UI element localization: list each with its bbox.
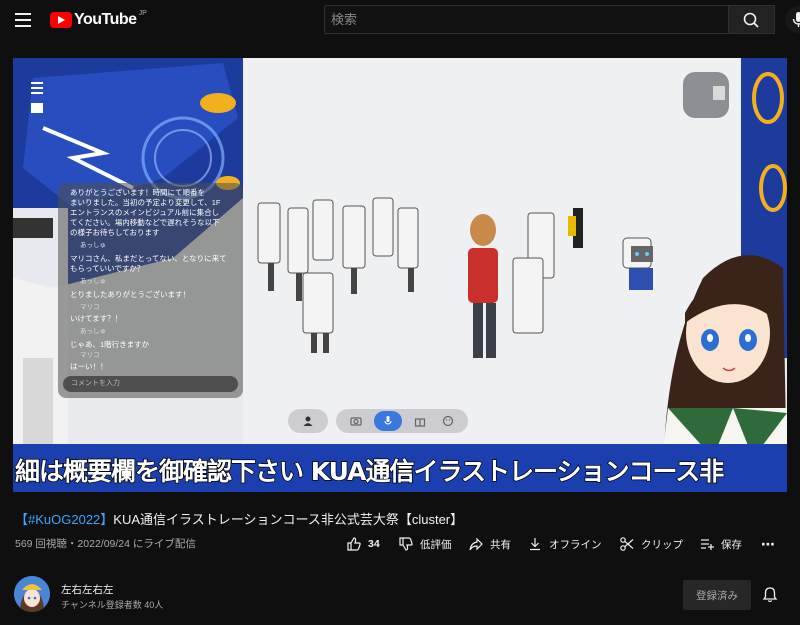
video-player[interactable]: ありがとうございます！時間にて順番を まいりました。当初の予定より変更して、1F… <box>13 58 787 492</box>
microphone-icon <box>792 12 800 27</box>
title-hashtag[interactable]: 【#KuOG2022】 <box>15 512 113 527</box>
chat-message: はーい！！ <box>70 362 108 371</box>
search-icon <box>743 12 759 28</box>
like-count: 34 <box>368 538 380 550</box>
voice-search-button[interactable] <box>785 6 800 33</box>
emoji-icon <box>438 411 458 431</box>
youtube-logo[interactable]: YouTube JP <box>50 10 147 30</box>
youtube-play-icon <box>50 12 72 28</box>
search-input[interactable] <box>325 6 728 33</box>
chat-username: あっしゅ <box>80 328 106 335</box>
chat-username: あっしゅ <box>80 242 106 249</box>
subscribed-button[interactable]: 登録済み <box>683 580 751 610</box>
more-actions-button[interactable]: ⋯ <box>761 534 775 554</box>
toolbar-group-left <box>288 409 328 433</box>
clip-label: クリップ <box>641 538 683 551</box>
subscriber-count: チャンネル登録者数 40人 <box>61 600 164 610</box>
toolbar-group-main <box>336 409 468 433</box>
notification-bell-button[interactable] <box>760 585 780 605</box>
clip-button[interactable]: クリップ <box>619 534 683 554</box>
chat-message: の様子お待ちしております <box>70 228 160 237</box>
chat-username: あっしゅ <box>80 278 106 285</box>
masthead: YouTube JP <box>0 0 800 40</box>
offline-label: オフライン <box>549 538 602 551</box>
video-title: 【#KuOG2022】KUA通信イラストレーションコース非公式芸大祭【clust… <box>15 509 463 528</box>
channel-avatar[interactable] <box>14 576 50 612</box>
bell-icon <box>762 587 778 603</box>
dislike-label: 低評価 <box>420 538 452 551</box>
menu-icon[interactable] <box>12 9 34 31</box>
person-icon <box>298 411 318 431</box>
avatar-image <box>14 576 50 612</box>
scissors-icon <box>620 537 634 551</box>
share-button[interactable]: 共有 <box>468 534 511 554</box>
chat-username: マリコ <box>80 304 100 311</box>
world-toolbar <box>288 409 468 433</box>
title-text: KUA通信イラストレーションコース非公式芸大祭【cluster】 <box>113 512 464 527</box>
chat-message: もらっていいですか？ <box>70 264 145 273</box>
playlist-add-icon <box>701 539 714 550</box>
save-button[interactable]: 保存 <box>699 534 742 554</box>
save-label: 保存 <box>721 538 742 551</box>
chat-input: コメントを入力 <box>63 376 238 392</box>
thumbs-down-icon <box>399 537 413 551</box>
action-bar: 34 低評価 共有 オフライン クリップ 保存 ⋯ <box>0 534 800 554</box>
like-button[interactable]: 34 <box>346 534 380 554</box>
search-box <box>324 5 729 34</box>
chat-username: マリコ <box>80 352 100 359</box>
chat-message: いけてます？！ <box>70 314 123 323</box>
logo-country: JP <box>138 9 147 17</box>
offline-button[interactable]: オフライン <box>527 534 602 554</box>
microphone-active-icon <box>374 411 402 431</box>
chat-message: とりましたありがとうございます！ <box>70 290 190 299</box>
search-button[interactable] <box>729 5 775 34</box>
gift-icon <box>410 411 430 431</box>
camera-icon <box>346 411 366 431</box>
share-icon <box>469 537 483 551</box>
thumbs-up-icon <box>347 537 361 551</box>
logo-text: YouTube <box>74 11 137 28</box>
subtitle-text: 細は概要欄を御確認下さい KUA通信イラストレーションコース非 <box>14 456 725 487</box>
download-icon <box>530 538 540 551</box>
dislike-button[interactable]: 低評価 <box>398 534 452 554</box>
in-world-chat-panel: ありがとうございます！時間にて順番を まいりました。当初の予定より変更して、1F… <box>58 183 243 398</box>
share-label: 共有 <box>490 538 511 551</box>
channel-name[interactable]: 左右左右左 <box>61 582 114 597</box>
